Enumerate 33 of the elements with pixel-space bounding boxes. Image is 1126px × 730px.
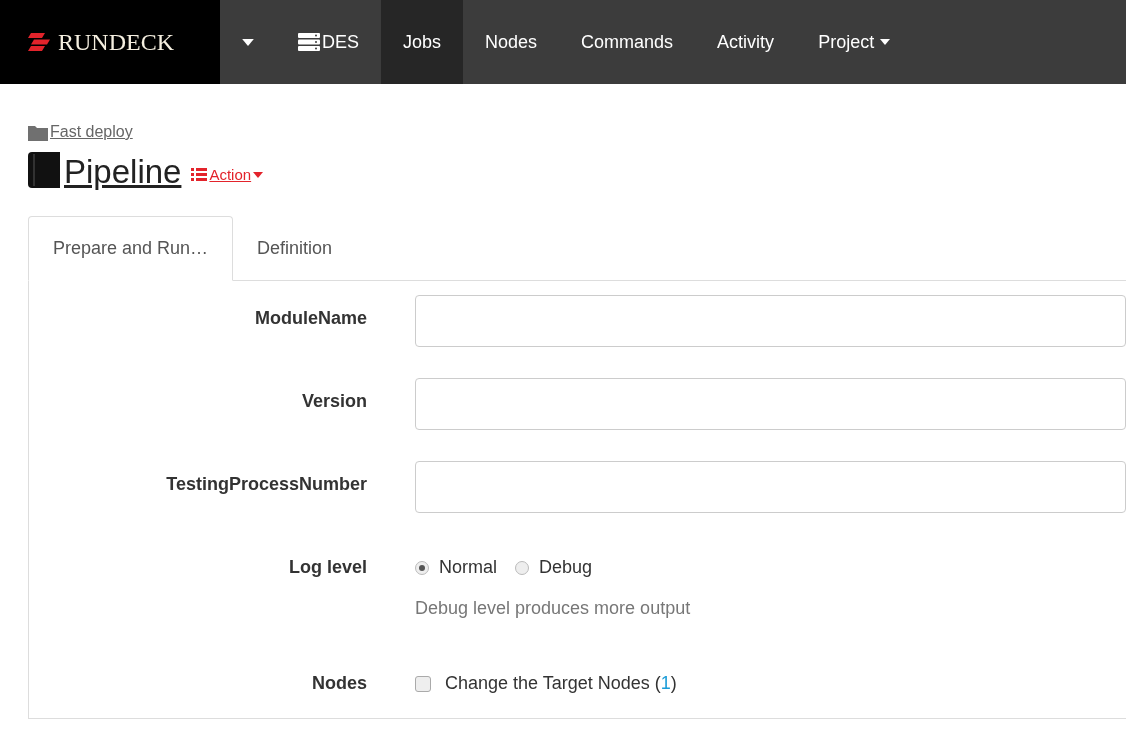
nav-item[interactable]: Commands xyxy=(559,0,696,84)
input-field[interactable] xyxy=(415,378,1126,430)
project-link[interactable]: DES xyxy=(276,0,381,84)
checkbox[interactable] xyxy=(415,675,431,692)
nav-item[interactable]: Project xyxy=(796,0,913,84)
tab[interactable]: Prepare and Run… xyxy=(28,216,234,281)
nav-item[interactable]: Jobs xyxy=(381,0,464,84)
help-text: Debug level produces more output xyxy=(415,597,692,620)
nav-item[interactable]: Activity xyxy=(695,0,797,84)
logo-icon xyxy=(28,31,50,53)
input-field[interactable] xyxy=(415,295,1126,347)
tab[interactable]: Definition xyxy=(233,216,357,280)
radio-button[interactable] xyxy=(515,560,529,575)
checkbox-label[interactable]: Change the Target Nodes (1) xyxy=(445,670,677,697)
action-menu-link[interactable]: Action xyxy=(191,163,264,186)
list-icon xyxy=(191,168,208,182)
field-label: ModuleName xyxy=(253,307,367,330)
radio-button[interactable] xyxy=(415,560,429,575)
caret-icon xyxy=(253,171,264,178)
folder-icon xyxy=(28,123,48,141)
field-label: TestingProcessNumber xyxy=(165,473,367,496)
radio-option[interactable]: Normal xyxy=(415,554,497,581)
nav-item[interactable]: Nodes xyxy=(463,0,560,84)
input-field[interactable] xyxy=(415,461,1126,513)
field-label: Version xyxy=(300,390,367,413)
book-icon xyxy=(28,152,62,188)
job-title-link[interactable]: Pipeline xyxy=(28,152,182,188)
radio-option[interactable]: Debug xyxy=(515,554,593,581)
field-label: Nodes xyxy=(311,672,367,695)
server-icon xyxy=(298,33,320,51)
caret-icon xyxy=(242,38,254,46)
field-label: Log level xyxy=(287,556,367,579)
breadcrumb-link[interactable]: Fast deploy xyxy=(28,120,1126,144)
